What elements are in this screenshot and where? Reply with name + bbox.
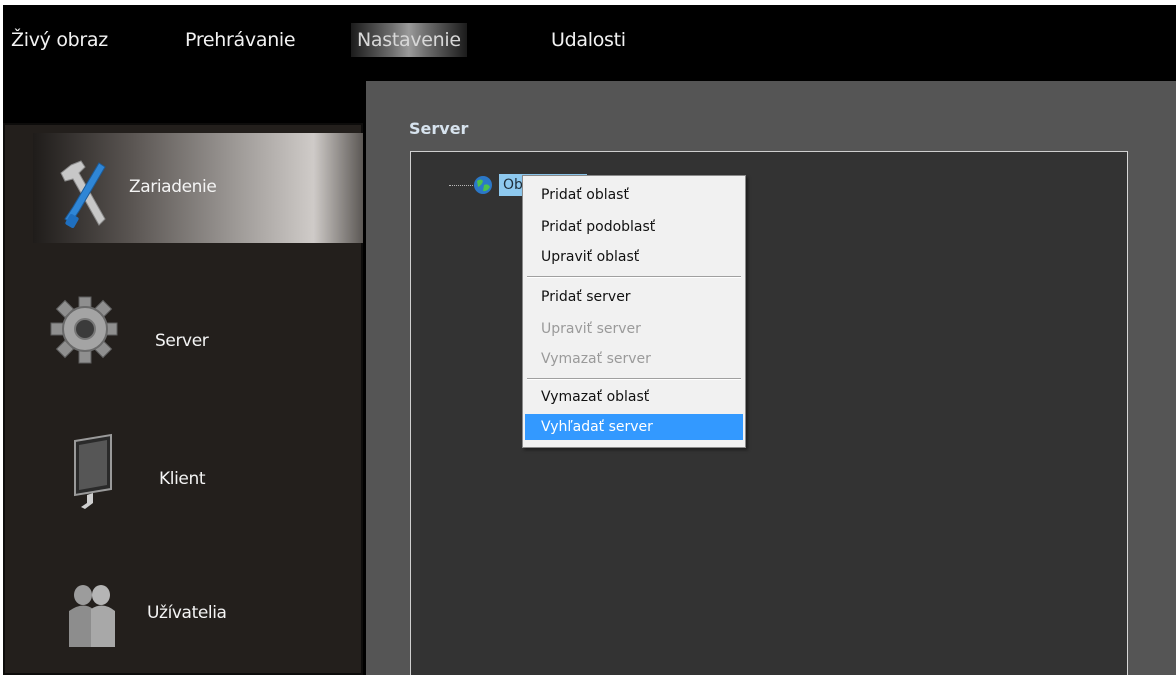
globe-icon [473,175,493,195]
sidebar-item-server[interactable]: Server [5,275,361,385]
sidebar-item-users[interactable]: Užívatelia [5,555,361,665]
tab-events[interactable]: Udalosti [551,23,626,57]
menu-item-edit-server: Upraviť server [541,321,641,337]
menu-item-delete-area[interactable]: Vymazať oblasť [525,384,743,410]
area-tree[interactable]: Oblasť [410,151,1128,675]
gear-icon [49,295,119,375]
menu-separator [527,378,741,380]
sidebar-item-device[interactable]: Zariadenie [33,133,363,243]
page-title: Server [409,119,469,138]
sidebar: Zariadenie Server Klient Užívatelia [3,123,363,675]
menu-item-add-area[interactable]: Pridať oblasť [525,182,743,208]
sidebar-item-label: Klient [159,469,206,489]
menu-separator [527,276,741,278]
sidebar-item-label: Server [155,331,209,351]
sidebar-item-client[interactable]: Klient [5,415,361,525]
menu-item-add-subarea[interactable]: Pridať podoblasť [525,214,743,240]
tab-settings[interactable]: Nastavenie [351,23,467,57]
tab-playback[interactable]: Prehrávanie [185,23,296,57]
sidebar-item-label: Užívatelia [147,603,227,623]
menu-item-delete-server: Vymazať server [541,351,651,367]
monitor-icon [67,433,137,513]
tab-live-view[interactable]: Živý obraz [11,23,108,57]
top-navigation: Živý obraz Prehrávanie Nastavenie Udalos… [3,5,1176,81]
sidebar-item-label: Zariadenie [129,177,217,197]
users-icon [63,581,133,661]
menu-item-edit-area[interactable]: Upraviť oblasť [525,244,743,270]
context-menu: Pridať oblasť Pridať podoblasť Upraviť o… [522,175,746,448]
main-panel: Server Oblasť [366,81,1176,675]
menu-item-search-server[interactable]: Vyhľadať server [525,414,743,440]
wrench-screwdriver-icon [53,153,123,233]
menu-item-add-server[interactable]: Pridať server [525,284,743,310]
